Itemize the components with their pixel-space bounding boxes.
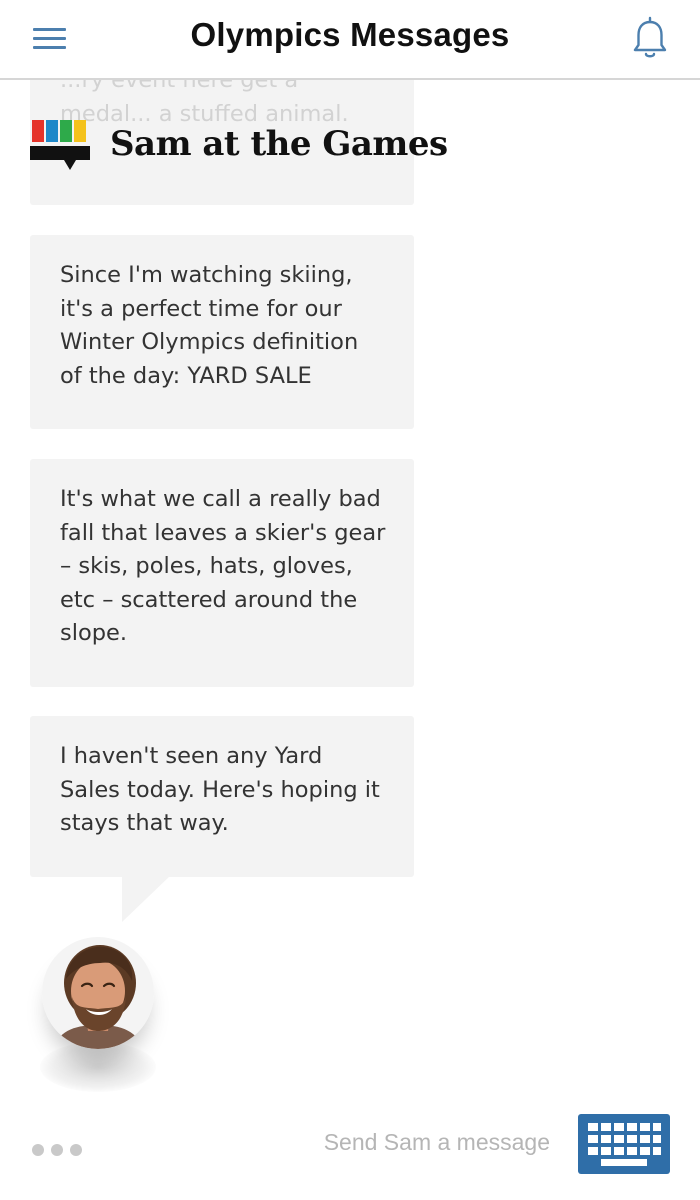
logo-bar-yellow — [74, 120, 86, 142]
message-bubble: I haven't seen any Yard Sales today. Her… — [30, 716, 414, 877]
brand-title: Sam at the Games — [110, 124, 448, 164]
message-input[interactable] — [300, 1124, 550, 1160]
message-bubble: Since I'm watching skiing, it's a perfec… — [30, 235, 414, 429]
avatar-shadow — [40, 1042, 156, 1092]
app-screen: Olympics Messages ...ry event here get a… — [0, 0, 700, 1200]
speech-bubble-logo-icon — [30, 118, 92, 174]
avatar[interactable] — [42, 937, 154, 1049]
message-text: I haven't seen any Yard Sales today. Her… — [60, 743, 380, 836]
page-title: Olympics Messages — [190, 16, 510, 53]
message-text: Since I'm watching skiing, it's a perfec… — [60, 262, 359, 389]
more-dots-icon[interactable] — [30, 1144, 86, 1158]
brand-header: Sam at the Games — [30, 118, 490, 178]
message-bubble: It's what we call a really bad fall that… — [30, 459, 414, 687]
keyboard-icon[interactable] — [578, 1114, 670, 1174]
top-bar: Olympics Messages — [0, 0, 700, 80]
logo-bar-blue — [46, 120, 58, 142]
logo-bar-green — [60, 120, 72, 142]
bubble-tail — [122, 876, 170, 922]
logo-bar-red — [32, 120, 44, 142]
bell-icon[interactable] — [630, 16, 670, 60]
message-text: It's what we call a really bad fall that… — [60, 486, 386, 646]
